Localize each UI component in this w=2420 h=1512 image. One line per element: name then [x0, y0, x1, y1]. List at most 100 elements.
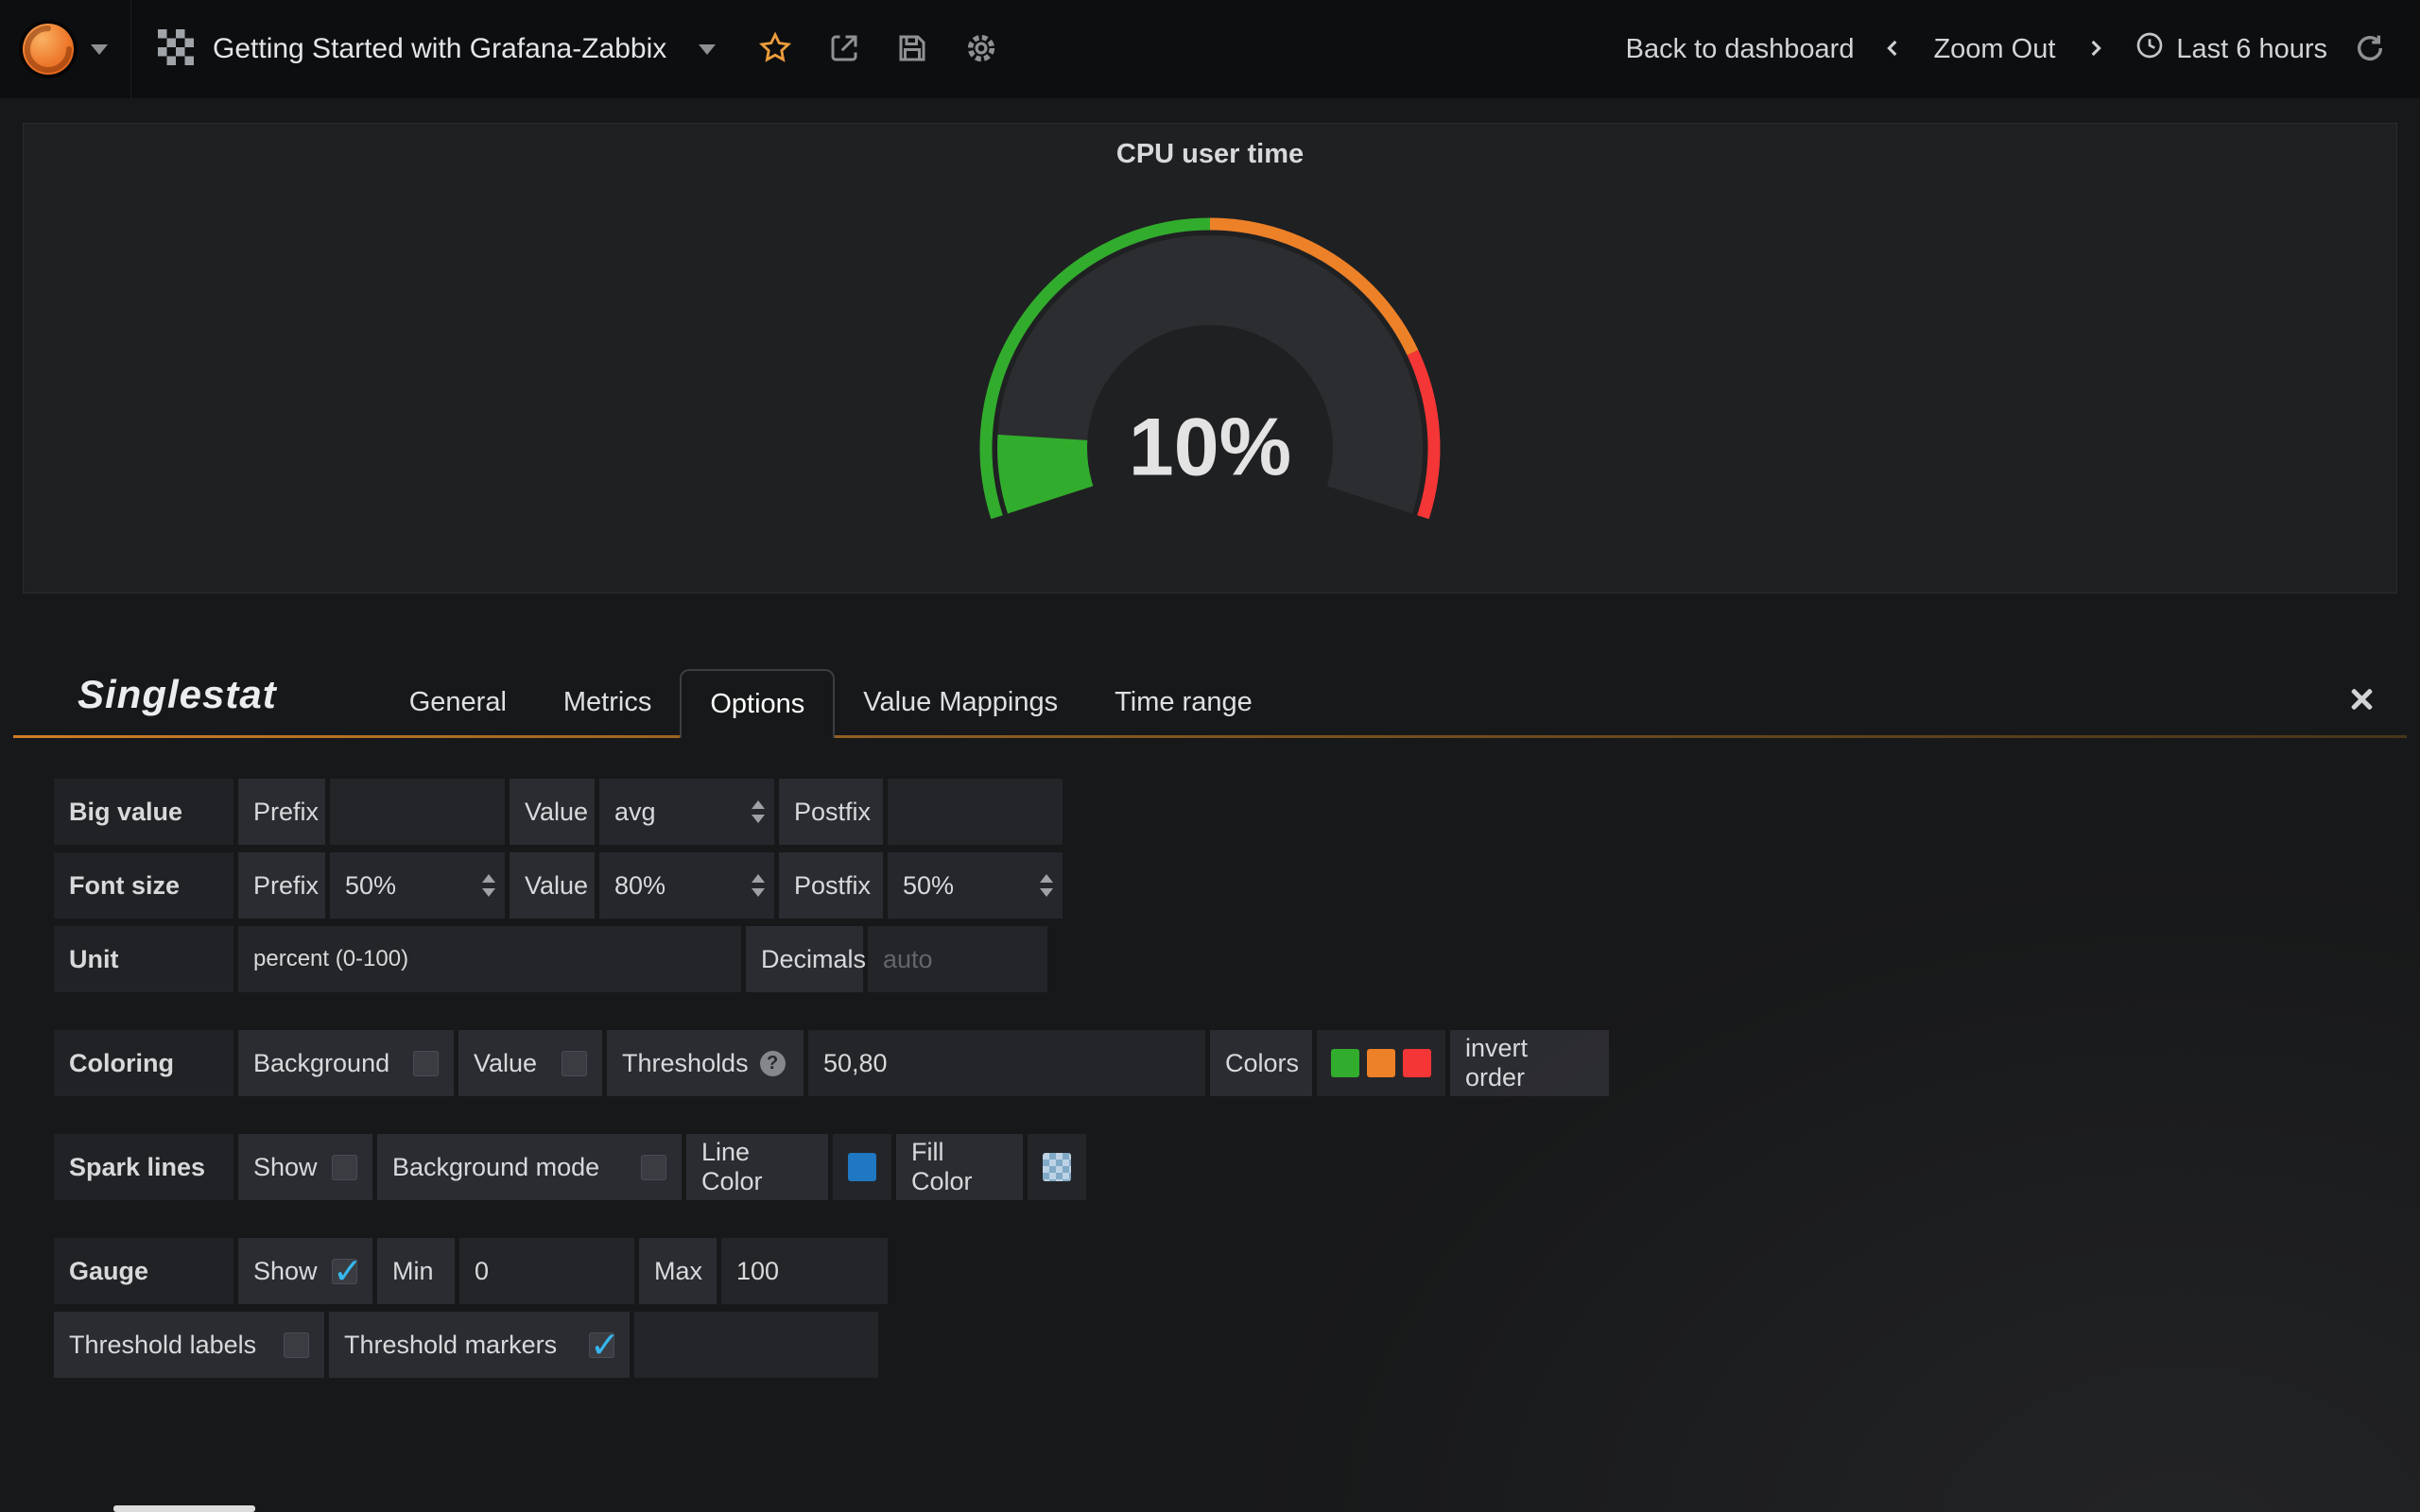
tab-options[interactable]: Options — [680, 669, 835, 738]
spark-lines-row: Spark lines Show Background mode Line Co… — [54, 1134, 2420, 1200]
threshold-labels-toggle[interactable]: Threshold labels — [54, 1312, 324, 1378]
zoom-out-button[interactable]: Zoom Out — [1933, 34, 2055, 65]
big-value-prefix-input[interactable] — [330, 779, 505, 845]
background-checkbox[interactable] — [413, 1051, 439, 1076]
chevron-left-icon — [1880, 32, 1907, 67]
fill-color-label: Fill Color — [896, 1134, 1023, 1200]
selected-stat: avg — [614, 798, 656, 827]
prefix-font-size-select[interactable]: 50% — [330, 852, 505, 919]
editor-tabs: General Metrics Options Value Mappings T… — [381, 669, 1281, 735]
green-color-swatch[interactable] — [1331, 1049, 1359, 1077]
clock-icon — [2135, 30, 2165, 68]
chevron-down-icon — [91, 44, 108, 55]
unit-value: percent (0-100) — [253, 946, 408, 972]
postfix-label: Postfix — [779, 779, 883, 845]
big-value-postfix-input[interactable] — [888, 779, 1063, 845]
threshold-labels-checkbox[interactable] — [284, 1332, 309, 1358]
red-color-swatch[interactable] — [1403, 1049, 1431, 1077]
prefix-label: Prefix — [238, 779, 325, 845]
value-label: Value — [510, 852, 595, 919]
save-icon — [895, 31, 929, 68]
thresholds-input[interactable] — [808, 1030, 1205, 1096]
options-form: Big value Prefix Value avg Postfix Font … — [0, 738, 2420, 1378]
dashboard-grid-icon — [158, 29, 194, 70]
font-size-section-label: Font size — [54, 852, 233, 919]
value-checkbox[interactable] — [562, 1051, 587, 1076]
time-shift-forward-button[interactable] — [2082, 32, 2108, 67]
line-color-swatch[interactable] — [848, 1153, 876, 1181]
value-font-size-select[interactable]: 80% — [599, 852, 774, 919]
max-input[interactable] — [721, 1238, 888, 1304]
grafana-main-menu[interactable] — [0, 0, 131, 98]
refresh-icon — [2354, 32, 2386, 67]
min-input[interactable] — [459, 1238, 634, 1304]
fill-color-cell — [1028, 1134, 1086, 1200]
back-to-dashboard-button[interactable]: Back to dashboard — [1626, 34, 1855, 65]
horizontal-scrollbar-thumb[interactable] — [113, 1505, 255, 1512]
fill-color-overlay — [1043, 1153, 1071, 1181]
selected-prefix-size: 50% — [345, 871, 396, 901]
postfix-font-size-select[interactable]: 50% — [888, 852, 1063, 919]
time-shift-back-button[interactable] — [1880, 32, 1907, 67]
unit-section-label: Unit — [54, 926, 233, 992]
help-icon[interactable]: ? — [760, 1051, 786, 1076]
share-button[interactable] — [827, 31, 861, 68]
unit-picker[interactable]: percent (0-100) — [238, 926, 741, 992]
tab-time-range[interactable]: Time range — [1086, 669, 1281, 735]
threshold-colors — [1317, 1030, 1445, 1096]
show-label: Show — [253, 1153, 318, 1182]
save-button[interactable] — [895, 31, 929, 68]
chevron-right-icon — [2082, 32, 2108, 67]
gauge: 10% — [756, 174, 1664, 571]
background-mode-toggle[interactable]: Background mode — [377, 1134, 682, 1200]
big-value-stat-select[interactable]: avg — [599, 779, 774, 845]
line-color-cell — [833, 1134, 891, 1200]
star-button[interactable] — [757, 30, 793, 69]
select-spinner-icon — [752, 874, 765, 897]
tab-value-mappings[interactable]: Value Mappings — [835, 669, 1086, 735]
fill-color-swatch[interactable] — [1043, 1153, 1071, 1181]
singlestat-panel[interactable]: CPU user time 10% — [23, 123, 2397, 593]
panel-type-title: Singlestat — [78, 672, 277, 717]
spark-lines-group: Spark lines Show Background mode Line Co… — [54, 1134, 2420, 1200]
threshold-markers-toggle[interactable]: Threshold markers — [329, 1312, 630, 1378]
threshold-markers-checkbox[interactable] — [589, 1332, 614, 1358]
threshold-display-row: Threshold labels Threshold markers — [54, 1312, 2420, 1378]
background-mode-checkbox[interactable] — [641, 1155, 666, 1180]
tab-metrics[interactable]: Metrics — [535, 669, 680, 735]
gear-icon — [963, 30, 999, 69]
dashboard-title-menu[interactable]: Getting Started with Grafana-Zabbix — [131, 0, 742, 98]
close-editor-button[interactable] — [2346, 684, 2377, 714]
settings-button[interactable] — [963, 30, 999, 69]
gauge-svg — [756, 174, 1664, 571]
decimals-input[interactable] — [868, 926, 1047, 992]
min-label: Min — [377, 1238, 455, 1304]
coloring-background-toggle[interactable]: Background — [238, 1030, 454, 1096]
tab-general[interactable]: General — [381, 669, 535, 735]
navbar: Getting Started with Grafana-Zabbix — [0, 0, 2420, 98]
refresh-button[interactable] — [2354, 32, 2386, 67]
postfix-label: Postfix — [779, 852, 883, 919]
gauge-options-group: Gauge Show Min Max Threshold labels Thre… — [54, 1238, 2420, 1378]
orange-color-swatch[interactable] — [1367, 1049, 1395, 1077]
coloring-value-toggle[interactable]: Value — [458, 1030, 602, 1096]
time-range-picker-button[interactable]: Last 6 hours — [2135, 30, 2327, 68]
spark-show-toggle[interactable]: Show — [238, 1134, 372, 1200]
navbar-right-controls: Back to dashboard Zoom Out Last 6 hours — [1626, 30, 2420, 68]
panel-editor: Singlestat General Metrics Options Value… — [0, 654, 2420, 1378]
spark-show-checkbox[interactable] — [332, 1155, 357, 1180]
prefix-label: Prefix — [238, 852, 325, 919]
gauge-show-toggle[interactable]: Show — [238, 1238, 372, 1304]
colors-label: Colors — [1210, 1030, 1312, 1096]
gauge-section-label: Gauge — [54, 1238, 233, 1304]
value-label: Value — [474, 1049, 537, 1078]
big-value-section-label: Big value — [54, 779, 233, 845]
gauge-show-checkbox[interactable] — [332, 1259, 357, 1284]
empty-cell — [634, 1312, 878, 1378]
value-options-group: Big value Prefix Value avg Postfix Font … — [54, 779, 2420, 992]
line-color-label: Line Color — [686, 1134, 828, 1200]
decimals-label: Decimals — [746, 926, 863, 992]
invert-order-button[interactable]: invert order — [1450, 1030, 1609, 1096]
gauge-row: Gauge Show Min Max — [54, 1238, 2420, 1304]
panel-title[interactable]: CPU user time — [24, 124, 2396, 170]
